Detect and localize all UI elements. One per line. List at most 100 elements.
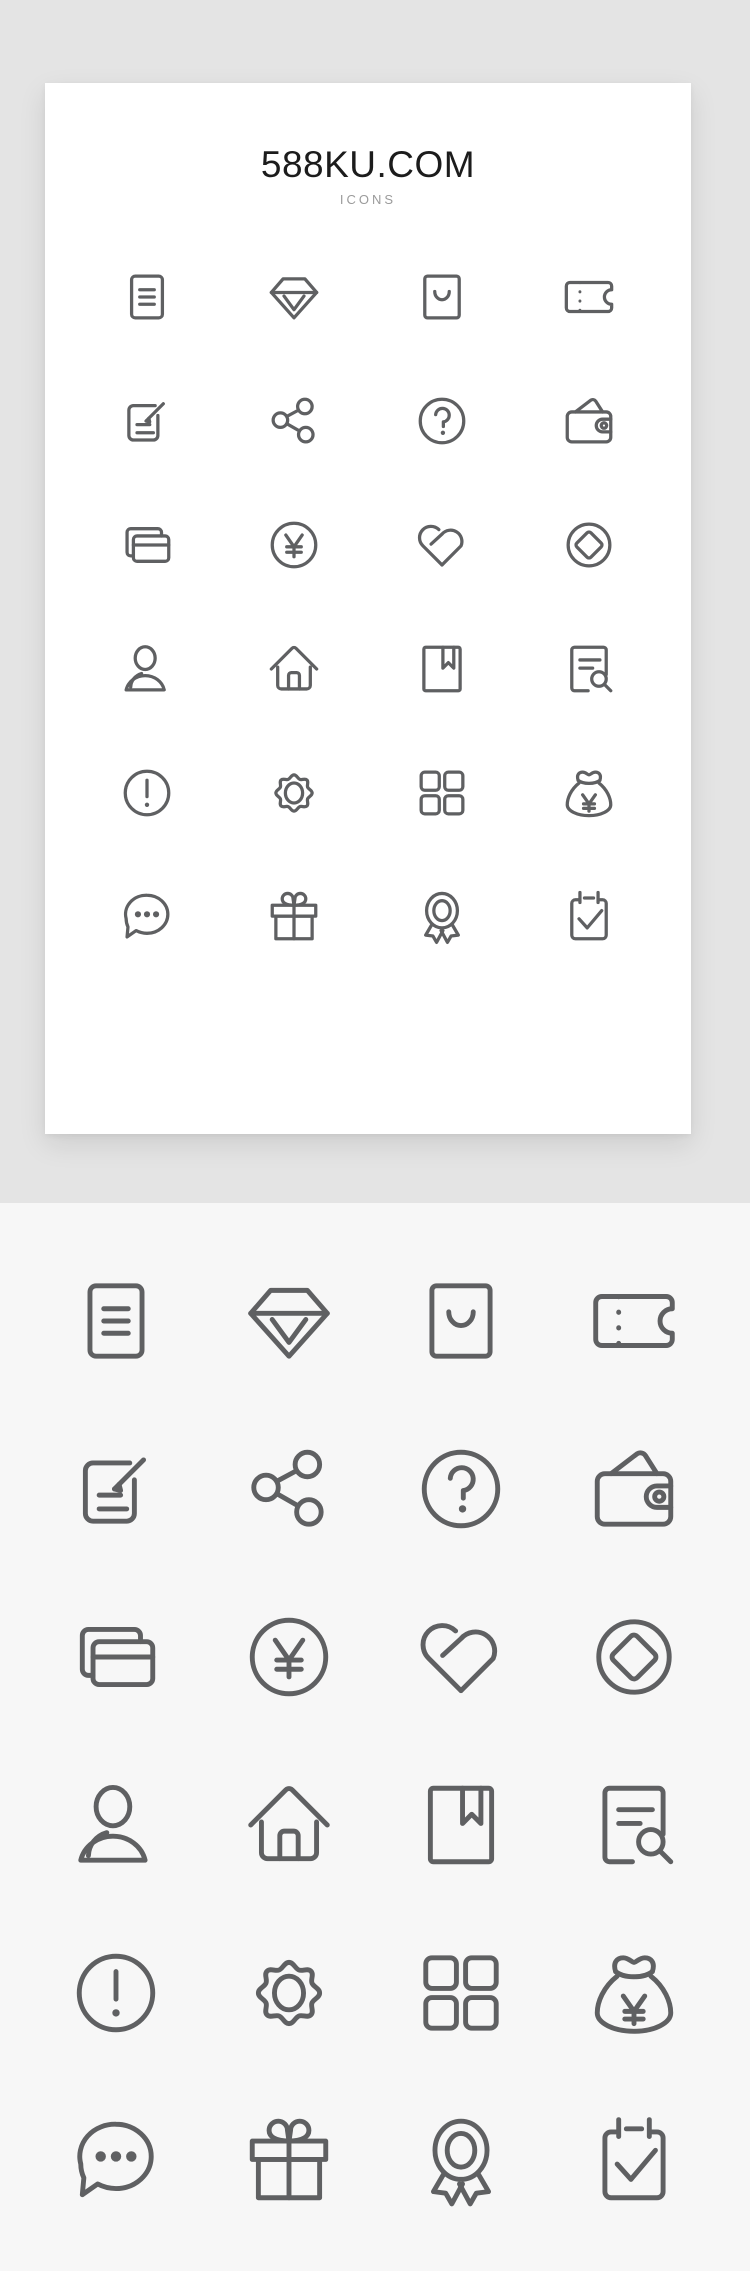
icon-cell[interactable] [224, 250, 364, 344]
icon-grid-large [0, 1203, 750, 2217]
icon-cell[interactable] [209, 1601, 369, 1713]
card-header: 588KU.COM ICONS [45, 83, 691, 206]
icon-grid-preview [45, 250, 691, 964]
bank-cards-icon [118, 516, 176, 574]
yen-coin-icon [240, 1608, 338, 1706]
icon-cell[interactable] [381, 1601, 541, 1713]
wallet-icon [560, 392, 618, 450]
icon-cell[interactable] [224, 746, 364, 840]
gift-box-icon [240, 2112, 338, 2210]
icon-cell[interactable] [209, 2105, 369, 2217]
edit-document-icon [67, 1440, 165, 1538]
icon-cell[interactable] [36, 1769, 196, 1881]
yen-coin-icon [265, 516, 323, 574]
money-bag-icon [585, 1944, 683, 2042]
settings-gear-icon [265, 764, 323, 822]
icon-cell[interactable] [381, 1433, 541, 1545]
icon-cell[interactable] [554, 2105, 714, 2217]
gift-box-icon [265, 888, 323, 946]
user-icon [67, 1776, 165, 1874]
icon-cell[interactable] [209, 1769, 369, 1881]
document-icon [67, 1272, 165, 1370]
ticket-icon [585, 1272, 683, 1370]
wallet-icon [585, 1440, 683, 1538]
icon-cell[interactable] [77, 374, 217, 468]
question-mark-icon [412, 1440, 510, 1538]
document-search-icon [585, 1776, 683, 1874]
award-medal-icon [413, 888, 471, 946]
share-icon [265, 392, 323, 450]
icon-cell[interactable] [372, 870, 512, 964]
clipboard-check-icon [585, 2112, 683, 2210]
icon-cell[interactable] [372, 622, 512, 716]
award-medal-icon [412, 2112, 510, 2210]
icon-cell[interactable] [77, 746, 217, 840]
icon-cell[interactable] [209, 1433, 369, 1545]
icon-cell[interactable] [209, 1265, 369, 1377]
icon-cell[interactable] [77, 870, 217, 964]
icon-cell[interactable] [519, 622, 659, 716]
grid-apps-icon [412, 1944, 510, 2042]
icon-cell[interactable] [519, 250, 659, 344]
user-icon [118, 640, 176, 698]
icon-cell[interactable] [372, 746, 512, 840]
icon-cell[interactable] [77, 498, 217, 592]
diamond-icon [265, 268, 323, 326]
bank-cards-icon [67, 1608, 165, 1706]
preview-card: 588KU.COM ICONS [45, 83, 691, 1134]
icon-cell[interactable] [36, 1937, 196, 2049]
chat-bubble-icon [67, 2112, 165, 2210]
icon-cell[interactable] [381, 1769, 541, 1881]
icon-cell[interactable] [554, 1265, 714, 1377]
icon-cell[interactable] [36, 1601, 196, 1713]
icon-cell[interactable] [36, 1433, 196, 1545]
icon-cell[interactable] [519, 374, 659, 468]
question-mark-icon [413, 392, 471, 450]
bookmark-box-icon [413, 640, 471, 698]
ticket-icon [560, 268, 618, 326]
icon-cell[interactable] [554, 1937, 714, 2049]
icon-set-page: 588KU.COM ICONS [0, 0, 750, 2271]
heart-check-icon [412, 1608, 510, 1706]
icon-cell[interactable] [372, 374, 512, 468]
icon-cell[interactable] [224, 870, 364, 964]
coin-diamond-icon [585, 1608, 683, 1706]
page-title: 588KU.COM [260, 144, 476, 185]
icon-cell[interactable] [224, 622, 364, 716]
icon-cell[interactable] [381, 2105, 541, 2217]
money-bag-icon [560, 764, 618, 822]
icon-cell[interactable] [77, 622, 217, 716]
icon-cell[interactable] [519, 870, 659, 964]
diamond-icon [240, 1272, 338, 1370]
chat-bubble-icon [118, 888, 176, 946]
page-subtitle: ICONS [339, 192, 397, 207]
clipboard-check-icon [560, 888, 618, 946]
icon-cell[interactable] [209, 1937, 369, 2049]
shopping-bag-icon [413, 268, 471, 326]
icon-cell[interactable] [381, 1265, 541, 1377]
icon-cell[interactable] [77, 250, 217, 344]
icon-cell[interactable] [372, 498, 512, 592]
icon-cell[interactable] [519, 498, 659, 592]
share-icon [240, 1440, 338, 1538]
icon-cell[interactable] [36, 1265, 196, 1377]
large-icon-section [0, 1203, 750, 2271]
icon-cell[interactable] [224, 374, 364, 468]
icon-cell[interactable] [519, 746, 659, 840]
preview-board-section: 588KU.COM ICONS [0, 0, 750, 1203]
home-icon [265, 640, 323, 698]
exclamation-circle-icon [118, 764, 176, 822]
coin-diamond-icon [560, 516, 618, 574]
icon-cell[interactable] [554, 1769, 714, 1881]
shopping-bag-icon [412, 1272, 510, 1370]
icon-cell[interactable] [36, 2105, 196, 2217]
icon-cell[interactable] [554, 1601, 714, 1713]
bookmark-box-icon [412, 1776, 510, 1874]
icon-cell[interactable] [381, 1937, 541, 2049]
icon-cell[interactable] [554, 1433, 714, 1545]
icon-cell[interactable] [372, 250, 512, 344]
heart-check-icon [413, 516, 471, 574]
grid-apps-icon [413, 764, 471, 822]
icon-cell[interactable] [224, 498, 364, 592]
document-icon [118, 268, 176, 326]
